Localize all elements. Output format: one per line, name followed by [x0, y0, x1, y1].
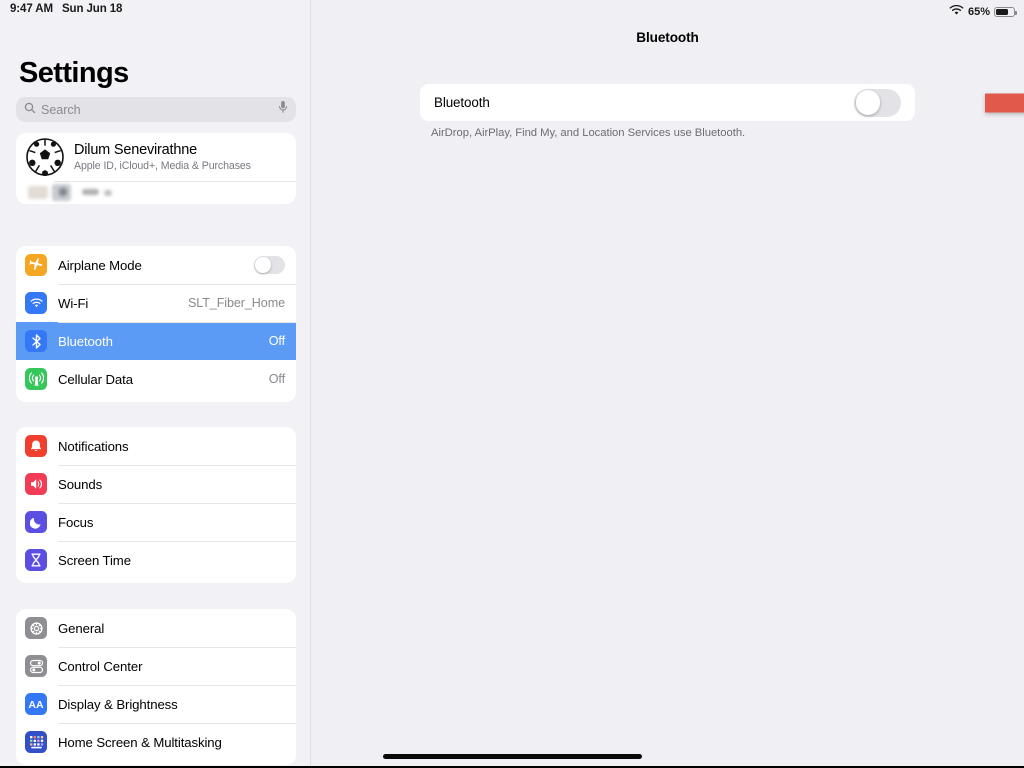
detail-title: Bluetooth: [636, 30, 699, 45]
speaker-sounds-icon: [25, 473, 47, 495]
sidebar-item-cellular-data[interactable]: Cellular Data Off: [16, 360, 296, 398]
status-bar-left: 9:47 AM Sun Jun 18: [10, 3, 122, 15]
sidebar-item-label: Display & Brightness: [58, 696, 178, 712]
sidebar-item-label: Notifications: [58, 438, 129, 454]
cellular-icon: [25, 368, 47, 390]
sidebar-item-general[interactable]: General: [16, 609, 296, 647]
redacted-chip: [104, 190, 112, 196]
microphone-icon[interactable]: [278, 100, 288, 119]
sidebar-item-label: Screen Time: [58, 552, 131, 568]
gear-icon: [25, 617, 47, 639]
bluetooth-detail-pane: Bluetooth Bluetooth AirDrop, AirPlay, Fi…: [311, 0, 1024, 768]
sidebar-item-label: Sounds: [58, 476, 103, 492]
status-bar-date: Sun Jun 18: [61, 3, 123, 15]
control-center-icon: [25, 655, 47, 677]
sidebar-item-label: Airplane Mode: [58, 257, 142, 273]
sidebar-item-sounds[interactable]: Sounds: [16, 465, 296, 503]
battery-percent-label: 65%: [967, 6, 990, 18]
sidebar-item-notifications[interactable]: Notifications: [16, 427, 296, 465]
status-bar-time: 9:47 AM: [10, 3, 53, 15]
notifications-bell-icon: [25, 435, 47, 457]
sidebar-item-label: Control Center: [58, 658, 143, 674]
status-bar-right: 65%: [949, 3, 1017, 21]
status-bar: 9:47 AM Sun Jun 18 65%: [0, 0, 1024, 22]
bluetooth-toggle-label: Bluetooth: [434, 95, 490, 110]
sidebar-item-value: Off: [268, 372, 285, 386]
sidebar-item-bluetooth[interactable]: Bluetooth Off: [16, 322, 296, 360]
bluetooth-footnote: AirDrop, AirPlay, Find My, and Location …: [431, 127, 746, 139]
bluetooth-icon: [25, 330, 47, 352]
sidebar-item-label: Cellular Data: [58, 371, 133, 387]
home-screen-grid-icon: [25, 731, 47, 753]
airplane-icon: [25, 254, 47, 276]
sidebar-item-display-brightness[interactable]: AA Display & Brightness: [16, 685, 296, 723]
sidebar-item-home-screen-multitasking[interactable]: Home Screen & Multitasking: [16, 723, 296, 761]
wifi-icon: [25, 292, 47, 314]
sidebar-item-screen-time[interactable]: Screen Time: [16, 541, 296, 579]
hourglass-screen-time-icon: [25, 549, 47, 571]
search-icon: [24, 101, 36, 119]
sidebar-item-label: General: [58, 620, 105, 636]
red-arrow-annotation: [985, 93, 1024, 113]
moon-focus-icon: [25, 511, 47, 533]
sidebar-item-control-center[interactable]: Control Center: [16, 647, 296, 685]
sidebar-item-airplane-mode[interactable]: Airplane Mode: [16, 246, 296, 284]
svg-text:AA: AA: [28, 699, 44, 711]
sidebar-item-value: SLT_Fiber_Home: [187, 296, 285, 310]
home-indicator[interactable]: [383, 754, 642, 759]
sidebar-item-label: Focus: [58, 514, 94, 530]
battery-icon: [994, 6, 1017, 18]
redacted-row[interactable]: [16, 181, 296, 204]
apple-id-profile-card[interactable]: Dilum Senevirathne Apple ID, iCloud+, Me…: [16, 133, 296, 204]
bluetooth-toggle-row[interactable]: Bluetooth: [420, 84, 915, 121]
sidebar-item-label: Wi-Fi: [58, 295, 89, 311]
avatar: [26, 138, 64, 177]
display-brightness-aa-icon: AA: [25, 693, 47, 715]
redacted-chip: [82, 189, 99, 195]
settings-group-alerts: Notifications Sounds Focus Screen Time: [16, 427, 296, 583]
apple-id-row[interactable]: Dilum Senevirathne Apple ID, iCloud+, Me…: [16, 133, 296, 181]
settings-group-connectivity: Airplane Mode Wi-Fi SLT_Fiber_Home Bluet…: [16, 246, 296, 402]
sidebar-item-value: Off: [268, 334, 285, 348]
sidebar-item-wifi[interactable]: Wi-Fi SLT_Fiber_Home: [16, 284, 296, 322]
redacted-chip: [59, 188, 67, 196]
settings-sidebar: Settings Search Dilum Senevirathne Apple…: [0, 0, 311, 768]
wifi-icon: [949, 3, 964, 21]
settings-group-system: General Control Center AA Display & Brig…: [16, 609, 296, 765]
search-placeholder: Search: [41, 102, 81, 117]
redacted-chip: [28, 186, 48, 199]
bluetooth-toggle[interactable]: [854, 88, 901, 117]
page-title: Settings: [19, 57, 129, 89]
ipad-settings-screen: 9:47 AM Sun Jun 18 65% Settings Search D…: [0, 0, 1024, 768]
profile-name: Dilum Senevirathne: [74, 142, 197, 159]
airplane-mode-toggle[interactable]: [254, 256, 285, 274]
search-input[interactable]: Search: [16, 97, 296, 122]
profile-subtitle: Apple ID, iCloud+, Media & Purchases: [74, 159, 251, 172]
sidebar-item-focus[interactable]: Focus: [16, 503, 296, 541]
sidebar-item-label: Bluetooth: [58, 333, 113, 349]
sidebar-item-label: Home Screen & Multitasking: [58, 734, 222, 750]
